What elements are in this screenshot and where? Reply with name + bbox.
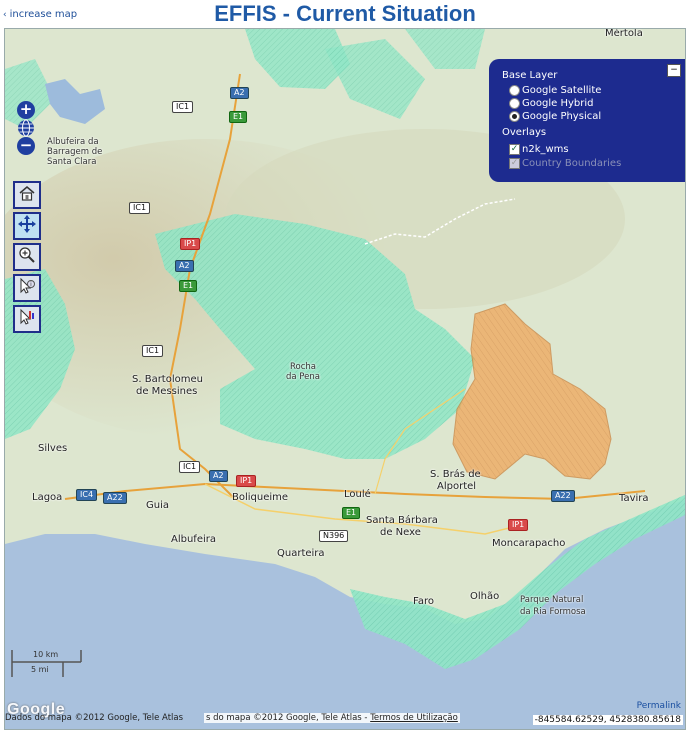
- base-layer-heading: Base Layer: [502, 70, 558, 81]
- road-shield-e1: E1: [229, 111, 248, 123]
- road-shield-ip1: IP1: [236, 475, 257, 487]
- page-title: EFFIS - Current Situation: [214, 1, 476, 26]
- place-label-sbras-1: S. Brás de: [430, 469, 481, 480]
- place-label-olhao: Olhão: [470, 591, 500, 602]
- base-layer-option-physical[interactable]: Google Physical: [509, 111, 601, 122]
- zoom-out-button[interactable]: −: [17, 137, 35, 155]
- place-label-santabarbara-2: de Nexe: [380, 527, 421, 538]
- pan-tool-button[interactable]: [13, 212, 41, 240]
- place-label-bartolomeu-1: S. Bartolomeu: [132, 374, 203, 385]
- terms-link[interactable]: Termos de Utilização: [370, 713, 458, 723]
- scale-mi-label: 5 mi: [31, 665, 49, 674]
- place-label-bartolomeu-2: de Messines: [136, 386, 198, 397]
- road-shield-a22: A22: [103, 492, 127, 504]
- road-shield-a2: A2: [209, 470, 228, 482]
- zoom-box-icon: [18, 246, 36, 268]
- road-shield-ic1: IC1: [129, 202, 151, 214]
- map-toolbar: i: [13, 181, 45, 336]
- place-label-faro: Faro: [413, 596, 434, 607]
- zoom-box-tool-button[interactable]: [13, 243, 41, 271]
- place-label-guia: Guia: [146, 500, 169, 511]
- road-shield-a2: A2: [230, 87, 249, 99]
- mouse-coordinates: -845584.62529, 4528380.85618: [532, 715, 683, 725]
- place-label-albufeira: Albufeira: [171, 534, 216, 545]
- road-shield-ip1: IP1: [180, 238, 201, 250]
- road-shield-e1: E1: [179, 280, 198, 292]
- road-shield-ic1: IC1: [179, 461, 201, 473]
- place-label-sbras-2: Alportel: [437, 481, 477, 492]
- info-tool-button[interactable]: i: [13, 274, 41, 302]
- road-shield-n396: N396: [319, 530, 349, 542]
- place-label-tavira: Tavira: [619, 493, 649, 504]
- radio-button[interactable]: [509, 85, 520, 96]
- checkbox[interactable]: ✓: [509, 144, 520, 155]
- map-attribution-overlay: s do mapa ©2012 Google, Tele Atlas - Ter…: [204, 713, 460, 723]
- road-shield-ic1: IC1: [172, 101, 194, 113]
- overlay-option-n2k[interactable]: ✓ n2k_wms: [509, 144, 569, 155]
- map-viewport[interactable]: Mértola Albufeira da Barragem de Santa C…: [4, 28, 686, 730]
- scale-km-label: 10 km: [33, 650, 59, 659]
- road-shield-ic4: IC4: [76, 489, 98, 501]
- overlay-label: Country Boundaries: [522, 158, 622, 169]
- map-attribution: Dados do mapa ©2012 Google, Tele Atlas: [5, 713, 184, 723]
- road-shield-ip1: IP1: [508, 519, 529, 531]
- base-layer-option-satellite[interactable]: Google Satellite: [509, 85, 601, 96]
- legend-tool-button[interactable]: [13, 305, 41, 333]
- checkbox: ✓: [509, 158, 520, 169]
- scale-bar: 10 km 5 mi: [11, 649, 83, 679]
- minimize-button[interactable]: −: [667, 64, 681, 77]
- permalink-link[interactable]: Permalink: [637, 701, 681, 711]
- zoom-in-button[interactable]: +: [17, 101, 35, 119]
- legend-icon: [18, 308, 36, 330]
- place-label-santabarbara-1: Santa Bárbara: [366, 515, 438, 526]
- place-label-riaformosa-2: da Ria Formosa: [520, 607, 586, 617]
- globe-icon[interactable]: [17, 119, 35, 137]
- place-label-moncarapacho: Moncarapacho: [492, 538, 566, 549]
- place-label-boliqueime: Boliqueime: [232, 492, 289, 503]
- place-label-quarteira: Quarteira: [277, 548, 325, 559]
- base-layer-option-hybrid[interactable]: Google Hybrid: [509, 98, 593, 109]
- layer-switcher-panel: − Base Layer Google Satellite Google Hyb…: [489, 59, 685, 182]
- road-shield-e1: E1: [342, 507, 361, 519]
- overlay-label: n2k_wms: [522, 144, 569, 155]
- base-layer-label: Google Physical: [522, 111, 602, 122]
- place-label-riaformosa-1: Parque Natural: [520, 595, 584, 605]
- overlays-heading: Overlays: [502, 127, 547, 138]
- home-tool-button[interactable]: [13, 181, 41, 209]
- radio-button[interactable]: [509, 98, 520, 109]
- base-layer-label: Google Satellite: [522, 85, 602, 96]
- place-label-rocha-2: da Pena: [286, 372, 320, 382]
- place-label-mertola: Mértola: [605, 28, 643, 39]
- pan-icon: [17, 214, 37, 238]
- zoom-control: + −: [15, 101, 37, 155]
- base-layer-label: Google Hybrid: [522, 98, 594, 109]
- place-label-silves: Silves: [38, 443, 68, 454]
- info-icon: i: [18, 277, 36, 299]
- road-shield-a22: A22: [551, 490, 575, 502]
- place-label-lagoa: Lagoa: [32, 492, 63, 503]
- attribution-text: s do mapa ©2012 Google, Tele Atlas -: [206, 713, 368, 723]
- road-shield-ic1: IC1: [142, 345, 164, 357]
- road-shield-a2: A2: [175, 260, 194, 272]
- place-label-barragem-3: Santa Clara: [47, 157, 97, 167]
- header-bar: ‹ increase map EFFIS - Current Situation: [0, 0, 690, 28]
- overlay-option-country-boundaries: ✓ Country Boundaries: [509, 158, 621, 169]
- place-label-loule: Loulé: [344, 489, 371, 500]
- radio-button[interactable]: [509, 111, 520, 122]
- home-icon: [18, 184, 36, 206]
